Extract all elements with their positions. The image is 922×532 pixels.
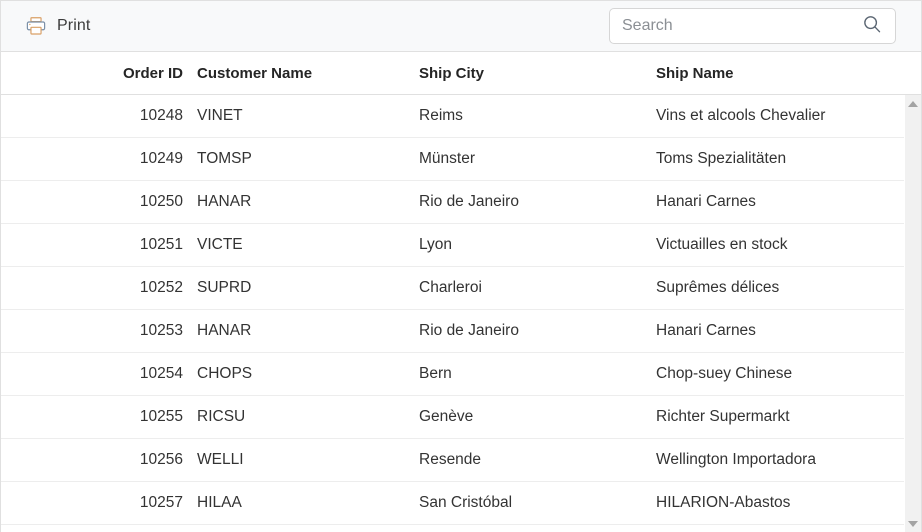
cell-ship-name: Victuailles en stock <box>656 236 788 253</box>
cell-customer-name: HANAR <box>197 193 252 210</box>
cell-ship-city: Genève <box>419 408 474 425</box>
table-row[interactable]: 10253 HANAR Rio de Janeiro Hanari Carnes <box>1 310 921 353</box>
search-input[interactable] <box>610 9 861 43</box>
column-header-ship-name[interactable]: Ship Name <box>656 65 921 82</box>
cell-customer-name: CHOPS <box>197 365 253 382</box>
cell-order-id: 10257 <box>139 494 183 511</box>
vertical-scrollbar[interactable] <box>904 95 921 532</box>
table-row[interactable]: 10254 CHOPS Bern Chop-suey Chinese <box>1 353 921 396</box>
table-row[interactable]: 10248 VINET Reims Vins et alcools Cheval… <box>1 95 921 138</box>
cell-ship-city: Resende <box>419 451 482 468</box>
cell-customer-name: TOMSP <box>197 150 252 167</box>
cell-customer-name: SUPRD <box>197 279 252 296</box>
cell-order-id: 10250 <box>139 193 183 210</box>
table-row[interactable]: 10250 HANAR Rio de Janeiro Hanari Carnes <box>1 181 921 224</box>
grid-header-row: Order ID Customer Name Ship City Ship Na… <box>1 52 921 95</box>
cell-customer-name: VINET <box>197 107 243 124</box>
cell-ship-name: Hanari Carnes <box>656 322 756 339</box>
search-icon[interactable] <box>861 13 895 40</box>
printer-icon <box>25 15 47 37</box>
cell-customer-name: HILAA <box>197 494 242 511</box>
grid-body: 10248 VINET Reims Vins et alcools Cheval… <box>1 95 921 532</box>
cell-ship-name: Wellington Importadora <box>656 451 816 468</box>
scrollbar-thumb[interactable] <box>905 112 921 172</box>
column-header-customer-name[interactable]: Customer Name <box>183 65 419 82</box>
scroll-up-arrow-icon[interactable] <box>905 95 922 112</box>
cell-customer-name: HANAR <box>197 322 252 339</box>
arrow-up-glyph <box>908 100 918 107</box>
cell-ship-name: Richter Supermarkt <box>656 408 790 425</box>
arrow-down-glyph <box>908 520 918 527</box>
column-header-ship-city[interactable]: Ship City <box>419 65 656 82</box>
scroll-down-arrow-icon[interactable] <box>905 515 922 532</box>
print-button[interactable]: Print <box>19 11 96 41</box>
cell-ship-city: San Cristóbal <box>419 494 513 511</box>
scrollbar-track[interactable] <box>905 112 921 515</box>
column-header-order-id[interactable]: Order ID <box>1 65 183 82</box>
cell-order-id: 10249 <box>139 150 183 167</box>
table-row[interactable]: 10255 RICSU Genève Richter Supermarkt <box>1 396 921 439</box>
cell-order-id: 10256 <box>139 451 183 468</box>
cell-ship-city: Bern <box>419 365 452 382</box>
cell-order-id: 10255 <box>139 408 183 425</box>
table-row[interactable]: 10257 HILAA San Cristóbal HILARION-Abast… <box>1 482 921 525</box>
table-row[interactable]: 10251 VICTE Lyon Victuailles en stock <box>1 224 921 267</box>
print-button-label: Print <box>57 17 91 34</box>
grid-toolbar: Print <box>0 0 922 52</box>
cell-ship-name: Hanari Carnes <box>656 193 756 210</box>
cell-order-id: 10252 <box>139 279 183 296</box>
cell-ship-city: Rio de Janeiro <box>419 322 519 339</box>
cell-order-id: 10251 <box>139 236 183 253</box>
cell-ship-city: Reims <box>419 107 463 124</box>
cell-ship-city: Charleroi <box>419 279 482 296</box>
data-grid: Order ID Customer Name Ship City Ship Na… <box>0 52 922 532</box>
cell-customer-name: RICSU <box>197 408 246 425</box>
search-box[interactable] <box>609 8 896 44</box>
cell-ship-city: Münster <box>419 150 475 167</box>
cell-ship-city: Lyon <box>419 236 453 253</box>
cell-order-id: 10248 <box>139 107 183 124</box>
cell-order-id: 10253 <box>139 322 183 339</box>
cell-ship-name: Toms Spezialitäten <box>656 150 787 167</box>
table-row[interactable]: 10252 SUPRD Charleroi Suprêmes délices <box>1 267 921 310</box>
cell-ship-name: Suprêmes délices <box>656 279 780 296</box>
cell-ship-name: HILARION-Abastos <box>656 494 791 511</box>
cell-customer-name: VICTE <box>197 236 243 253</box>
cell-order-id: 10254 <box>139 365 183 382</box>
table-row[interactable]: 10256 WELLI Resende Wellington Importado… <box>1 439 921 482</box>
cell-ship-name: Chop-suey Chinese <box>656 365 793 382</box>
order-grid-app: Print Order ID Customer Name Ship City S… <box>0 0 922 532</box>
cell-ship-city: Rio de Janeiro <box>419 193 519 210</box>
table-row[interactable]: 10249 TOMSP Münster Toms Spezialitäten <box>1 138 921 181</box>
cell-ship-name: Vins et alcools Chevalier <box>656 107 826 124</box>
cell-customer-name: WELLI <box>197 451 244 468</box>
